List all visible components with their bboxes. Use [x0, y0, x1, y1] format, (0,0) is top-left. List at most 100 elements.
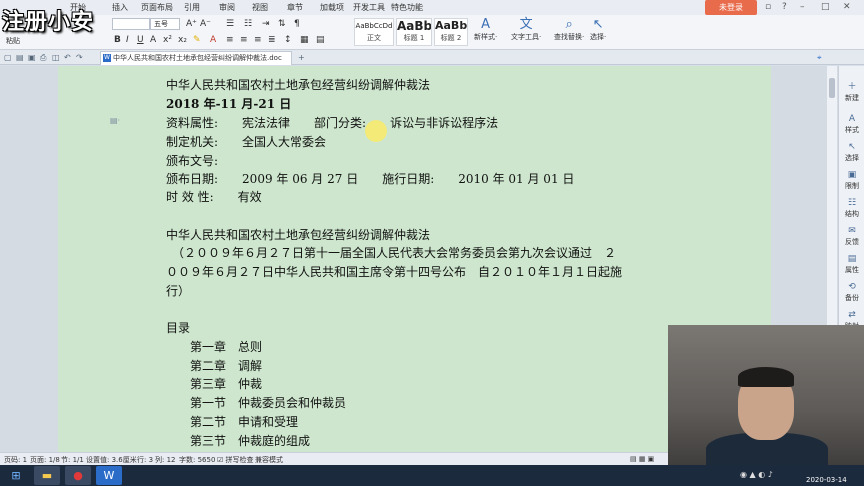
grow-font-icon[interactable]: A⁺ — [186, 19, 197, 29]
menu-view[interactable]: 视图 — [252, 2, 268, 13]
font-color-icon[interactable]: A — [210, 35, 216, 45]
minimize-button[interactable]: – — [800, 2, 805, 12]
document-line[interactable]: 第一章 总则 — [166, 338, 262, 355]
style-heading-2[interactable]: AaBbl 标题 2 — [434, 18, 468, 46]
italic-icon[interactable]: I — [126, 35, 129, 45]
status-word-count[interactable]: 字数: 5650 — [179, 455, 215, 465]
location-icon[interactable]: ⌖ — [817, 53, 822, 63]
tab-document[interactable]: W 中华人民共和国农村土地承包经营纠纷调解仲裁法.doc — [100, 51, 292, 65]
document-line[interactable]: 第三节 仲裁庭的组成 — [166, 432, 310, 449]
save-icon[interactable]: ▣ — [28, 53, 36, 62]
document-line[interactable]: 颁布日期: 2009 年 06 月 27 日 施行日期: 2010 年 01 月… — [166, 170, 574, 187]
document-line[interactable]: （２００９年６月２７日第十一届全国人民代表大会常务委员会第九次会议通过 ２ — [166, 244, 616, 261]
align-center-icon[interactable]: ≡ — [240, 35, 248, 45]
bullet-list-icon[interactable]: ☰ — [226, 19, 234, 29]
document-line[interactable]: 资料属性: 宪法法律 部门分类: 诉讼与非诉讼程序法 — [166, 114, 498, 131]
font-name-select[interactable] — [112, 18, 150, 30]
subscript-icon[interactable]: x₂ — [178, 35, 187, 45]
skin-icon[interactable]: ▫ — [765, 2, 771, 12]
screen-recorder-icon[interactable]: ● — [65, 466, 91, 485]
justify-icon[interactable]: ≣ — [268, 35, 276, 45]
document-line[interactable]: 第三章 仲裁 — [166, 375, 262, 392]
task-backup[interactable]: ⟲ 备份 — [839, 282, 864, 303]
tray-icons[interactable]: ◉ ▲ ◐ ♪ — [740, 470, 773, 479]
login-button[interactable]: 未登录 — [705, 0, 757, 15]
paste-button[interactable]: 粘贴 — [6, 36, 20, 46]
open-icon[interactable]: ▤ — [16, 53, 24, 62]
document-line[interactable]: 颁布文号: — [166, 152, 218, 169]
maximize-button[interactable]: □ — [821, 2, 830, 12]
align-right-icon[interactable]: ≡ — [254, 35, 262, 45]
style-heading-1[interactable]: AaBb 标题 1 — [396, 18, 432, 46]
document-line[interactable]: 第二章 调解 — [166, 357, 262, 374]
task-properties[interactable]: ▤ 属性 — [839, 254, 864, 275]
text-tools-button[interactable]: 文 文字工具· — [511, 18, 541, 42]
status-line[interactable]: 行: 3 — [137, 455, 153, 465]
wps-writer-icon[interactable]: W — [96, 466, 122, 485]
underline-icon[interactable]: U — [137, 35, 144, 45]
new-style-button[interactable]: A 新样式· — [474, 18, 497, 42]
redo-icon[interactable]: ↷ — [76, 53, 83, 62]
new-tab-icon[interactable]: + — [298, 53, 305, 62]
bold-icon[interactable]: B — [114, 35, 121, 45]
task-new[interactable]: ＋ 新建 — [839, 82, 864, 103]
status-column[interactable]: 列: 12 — [155, 455, 176, 465]
preview-icon[interactable]: ◫ — [52, 53, 60, 62]
line-spacing-icon[interactable]: ↕ — [284, 35, 292, 45]
new-doc-icon[interactable]: ▢ — [4, 53, 12, 62]
border-icon[interactable]: ▦ — [300, 35, 309, 45]
style-normal[interactable]: AaBbCcDd 正文 — [354, 18, 394, 46]
scrollbar-thumb[interactable] — [829, 78, 835, 98]
highlight-icon[interactable]: ✎ — [193, 35, 201, 45]
align-left-icon[interactable]: ≡ — [226, 35, 234, 45]
document-line[interactable]: 中华人民共和国农村土地承包经营纠纷调解仲裁法 — [166, 226, 430, 243]
find-replace-button[interactable]: ⌕ 查找替换· — [554, 18, 584, 42]
document-line[interactable]: 第二节 申请和受理 — [166, 413, 298, 430]
menu-references[interactable]: 引用 — [184, 2, 200, 13]
menu-review[interactable]: 审阅 — [219, 2, 235, 13]
document-line[interactable]: 时 效 性: 有效 — [166, 188, 262, 205]
undo-icon[interactable]: ↶ — [64, 53, 71, 62]
task-structure[interactable]: ☷ 结构 — [839, 198, 864, 219]
help-icon[interactable]: ? — [782, 2, 787, 12]
task-feedback[interactable]: ✉ 反馈 — [839, 226, 864, 247]
strikethrough-icon[interactable]: A — [150, 35, 156, 45]
status-setting-value[interactable]: 设置值: 3.6厘米 — [86, 455, 137, 465]
document-line[interactable]: 行） — [166, 282, 190, 299]
status-section[interactable]: 节: 1/1 — [61, 455, 84, 465]
paragraph-handle-icon[interactable]: ▤· — [110, 116, 120, 125]
show-marks-icon[interactable]: ¶ — [294, 19, 300, 29]
print-icon[interactable]: ⎙ — [40, 53, 46, 63]
view-mode-icon[interactable]: ▤ ▦ ▣ — [630, 455, 654, 463]
document-line[interactable]: ００９年６月２７日中华人民共和国主席令第十四号公布 自２０１０年１月１日起施 — [166, 263, 622, 280]
document-line[interactable]: 第一节 仲裁委员会和仲裁员 — [166, 394, 346, 411]
document-line[interactable]: 目录 — [166, 319, 190, 336]
document-line[interactable]: 中华人民共和国农村土地承包经营纠纷调解仲裁法 — [166, 76, 430, 93]
status-spell-check[interactable]: ☑ 拼写检查 — [217, 455, 254, 465]
menu-addins[interactable]: 加载项 — [320, 2, 344, 13]
document-line[interactable]: 2018 年-11 月-21 日 — [166, 95, 291, 112]
menu-developer[interactable]: 开发工具 — [353, 2, 385, 13]
status-page-number[interactable]: 页码: 1 — [4, 455, 27, 465]
start-button[interactable]: ⊞ — [3, 466, 29, 485]
numbered-list-icon[interactable]: ☷ — [244, 19, 252, 29]
shading-icon[interactable]: ▤ — [316, 35, 325, 45]
task-select[interactable]: ↖ 选择 — [839, 142, 864, 163]
task-style[interactable]: A 样式 — [839, 114, 864, 135]
status-page-count[interactable]: 页面: 1/8 — [30, 455, 60, 465]
document-page[interactable]: ▤· 中华人民共和国农村土地承包经营纠纷调解仲裁法 2018 年-11 月-21 … — [58, 66, 771, 452]
task-restrict[interactable]: ▣ 限制 — [839, 170, 864, 191]
font-size-select[interactable]: 五号 — [150, 18, 180, 30]
superscript-icon[interactable]: x² — [163, 35, 172, 45]
indent-icon[interactable]: ⇥ — [262, 19, 270, 29]
menu-insert[interactable]: 插入 — [112, 2, 128, 13]
menu-page-layout[interactable]: 页面布局 — [141, 2, 173, 13]
sort-icon[interactable]: ⇅ — [278, 19, 286, 29]
file-explorer-icon[interactable]: ▬ — [34, 466, 60, 485]
close-button[interactable]: ✕ — [843, 2, 851, 12]
menu-chapter[interactable]: 章节 — [287, 2, 303, 13]
shrink-font-icon[interactable]: A⁻ — [200, 19, 211, 29]
select-button[interactable]: ↖ 选择· — [590, 18, 606, 42]
menu-special-features[interactable]: 特色功能 — [391, 2, 423, 13]
document-line[interactable]: 制定机关: 全国人大常委会 — [166, 133, 326, 150]
